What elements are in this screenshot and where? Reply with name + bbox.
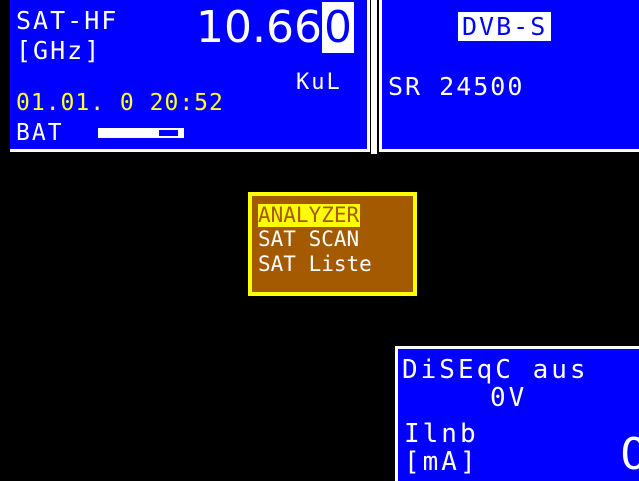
diseqc-status: DiSEqC aus — [402, 355, 589, 385]
battery-label: BAT — [16, 120, 64, 146]
diseqc-panel: DiSEqC aus 0V Ilnb [mA] 0 — [395, 346, 639, 481]
frequency-readout[interactable]: 10.660 — [196, 2, 354, 53]
menu-item-analyzer[interactable]: ANALYZER — [258, 204, 361, 227]
frequency-panel: SAT-HF [GHz] 10.660 KuL 01.01. 0 20:52 B… — [10, 0, 370, 152]
menu-item-sat-liste[interactable]: SAT Liste — [258, 254, 372, 275]
symbol-rate-readout: SR 24500 — [388, 72, 525, 101]
frequency-cursor-digit[interactable]: 0 — [321, 2, 354, 53]
lnb-current-label: Ilnb — [404, 419, 479, 449]
dvb-standard-badge[interactable]: DVB-S — [458, 12, 552, 41]
frequency-value: 10.66 — [196, 2, 322, 53]
dvb-panel: DVB-S SR 24500 — [379, 0, 639, 152]
menu-item-sat-scan[interactable]: SAT SCAN — [258, 229, 359, 250]
lnb-band-label: KuL — [296, 70, 342, 95]
lnb-current-value: 0 — [620, 433, 639, 477]
lnb-voltage-readout: 0V — [490, 383, 528, 413]
frequency-unit-label: [GHz] — [16, 36, 102, 65]
lnb-current-unit: [mA] — [404, 447, 479, 477]
battery-empty-segment — [159, 130, 178, 136]
battery-level-bar — [98, 128, 184, 138]
datetime-readout: 01.01. 0 20:52 — [16, 90, 224, 116]
band-label: SAT-HF — [16, 6, 119, 35]
panel-divider — [371, 0, 377, 154]
main-menu: ANALYZER SAT SCAN SAT Liste — [248, 192, 417, 296]
